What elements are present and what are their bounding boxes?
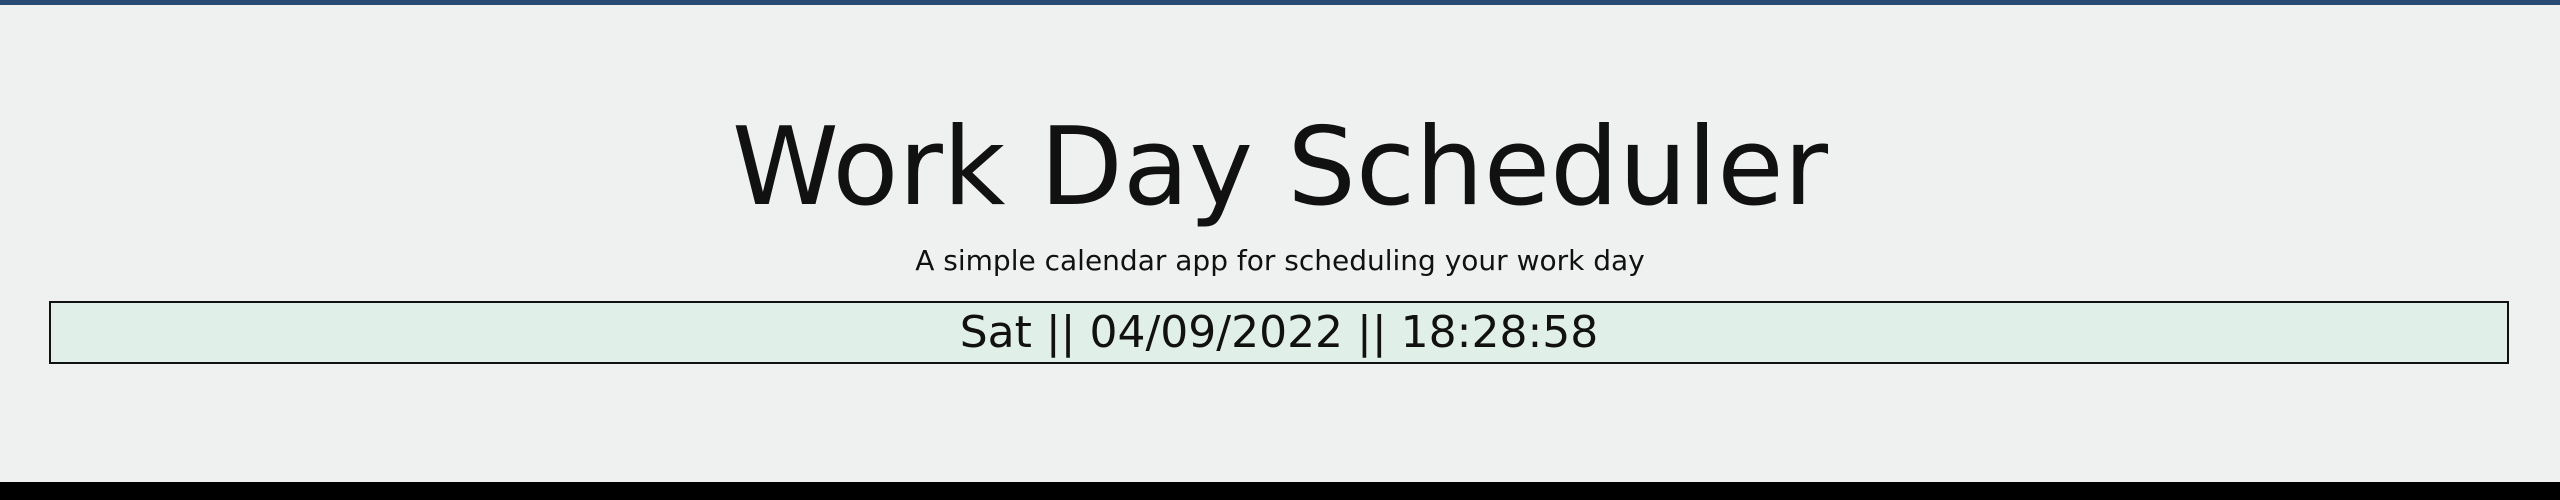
current-day-display: Sat || 04/09/2022 || 18:28:58 bbox=[49, 301, 2509, 364]
page-header: Work Day Scheduler A simple calendar app… bbox=[0, 5, 2560, 480]
page-subtitle: A simple calendar app for scheduling you… bbox=[915, 244, 1645, 277]
bottom-divider bbox=[0, 482, 2560, 500]
current-day-text: Sat || 04/09/2022 || 18:28:58 bbox=[959, 306, 1599, 358]
page-title: Work Day Scheduler bbox=[731, 105, 1829, 230]
